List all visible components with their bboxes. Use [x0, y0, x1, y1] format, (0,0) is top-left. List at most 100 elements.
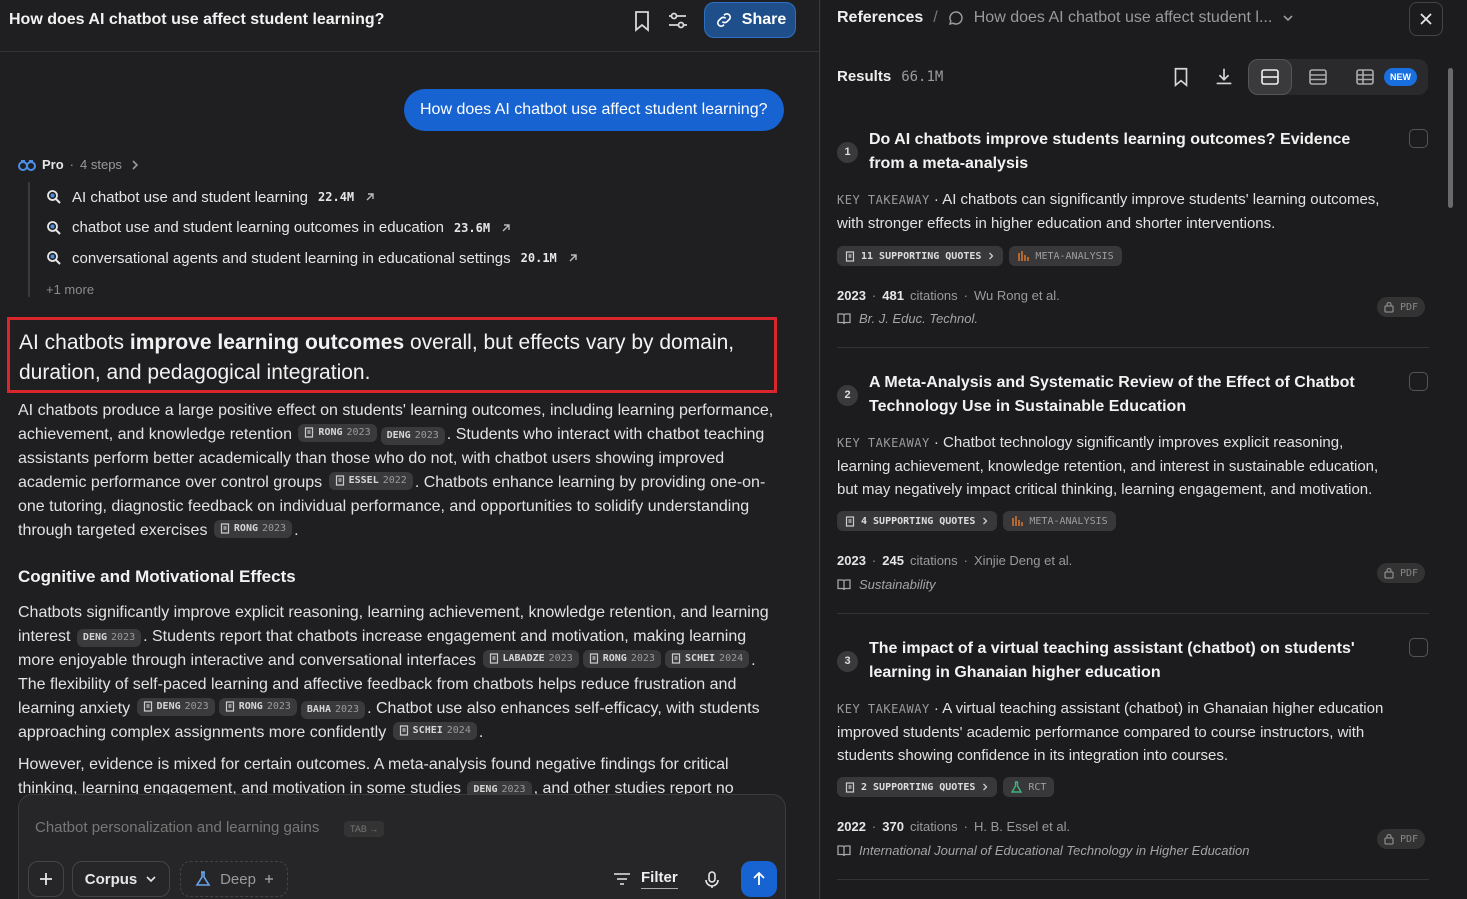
thread-title[interactable]: How does AI chatbot use affect student l… — [9, 11, 384, 29]
citation-chip[interactable]: DENG 2023 — [380, 427, 445, 445]
reference-journal: International Journal of Educational Tec… — [837, 843, 1250, 858]
citation-year: 2023 — [266, 700, 291, 712]
quotes-label: 2 SUPPORTING QUOTES — [861, 781, 976, 793]
list-view-icon[interactable] — [1309, 69, 1327, 85]
plus-icon — [40, 873, 52, 885]
citation-chip[interactable]: RONG 2023 — [213, 519, 293, 538]
quote-icon — [305, 427, 314, 438]
book-icon — [837, 578, 851, 590]
citation-chip[interactable]: SCHEI 2024 — [664, 649, 750, 668]
citation-chip[interactable]: SCHEI 2024 — [392, 721, 477, 740]
citation-count: 481 — [882, 288, 904, 303]
chevron-right-icon — [128, 158, 142, 172]
reference-tags: 4 SUPPORTING QUOTES META-ANALYSIS — [837, 511, 1116, 531]
citation-chip[interactable]: DENG 2023 — [136, 697, 215, 716]
pdf-label: PDF — [1400, 833, 1419, 845]
supporting-quotes-button[interactable]: 4 SUPPORTING QUOTES — [837, 511, 998, 531]
quotes-label: 4 SUPPORTING QUOTES — [861, 515, 976, 527]
dot-separator: · — [871, 288, 877, 303]
step-query: conversational agents and student learni… — [72, 249, 511, 267]
quote-icon — [845, 515, 855, 527]
flask-icon — [195, 871, 211, 886]
download-icon[interactable] — [1213, 66, 1235, 88]
reference-year: 2023 — [837, 553, 866, 568]
search-step[interactable]: conversational agents and student learni… — [46, 243, 579, 274]
select-checkbox[interactable] — [1409, 372, 1428, 391]
reference-title[interactable]: The impact of a virtual teaching assista… — [869, 637, 1389, 685]
send-button[interactable] — [741, 861, 777, 897]
reference-title[interactable]: Do AI chatbots improve students learning… — [869, 128, 1389, 176]
table-view-icon[interactable] — [1356, 69, 1374, 85]
dot-separator: · — [963, 553, 969, 568]
chat-input-box[interactable]: Chatbot personalization and learning gai… — [18, 794, 786, 899]
close-button[interactable] — [1409, 2, 1443, 36]
references-thread-title[interactable]: How does AI chatbot use affect student l… — [974, 9, 1273, 27]
step-query: chatbot use and student learning outcome… — [72, 219, 444, 237]
reference-card[interactable]: 2 A Meta-Analysis and Systematic Review … — [837, 361, 1429, 614]
search-icon — [46, 250, 62, 266]
bookmark-icon[interactable] — [1170, 66, 1192, 88]
citation-chip[interactable]: RONG 2023 — [218, 697, 297, 716]
search-step[interactable]: AI chatbot use and student learning 22.4… — [46, 182, 579, 213]
quote-icon — [399, 725, 408, 736]
settings-sliders-icon[interactable] — [666, 9, 690, 33]
share-button[interactable]: Share — [704, 2, 796, 38]
reference-card[interactable]: 3 The impact of a virtual teaching assis… — [837, 627, 1429, 880]
references-title: References — [837, 9, 924, 26]
takeaway-label: KEY TAKEAWAY — [837, 193, 930, 207]
citation-year: 2023 — [335, 704, 360, 715]
pdf-badge[interactable]: PDF — [1377, 297, 1426, 317]
deep-mode-toggle[interactable]: Deep — [180, 861, 288, 897]
filter-button[interactable]: Filter — [613, 869, 678, 889]
bars-icon — [1018, 251, 1030, 261]
answer-paragraph: AI chatbots produce a large positive eff… — [18, 399, 786, 543]
citation-chip[interactable]: ESSEL 2022 — [328, 471, 413, 490]
corpus-dropdown[interactable]: Corpus — [72, 861, 170, 897]
search-step[interactable]: chatbot use and student learning outcome… — [46, 213, 579, 244]
add-button[interactable] — [28, 861, 64, 897]
select-checkbox[interactable] — [1409, 638, 1428, 657]
pro-steps-toggle[interactable]: Pro · 4 steps — [18, 157, 142, 172]
supporting-quotes-button[interactable]: 2 SUPPORTING QUOTES — [837, 777, 998, 797]
chevron-down-icon[interactable] — [1282, 12, 1294, 24]
citation-chip[interactable]: RONG 2023 — [582, 649, 661, 668]
chevron-right-icon — [983, 517, 988, 525]
external-link-icon[interactable] — [567, 252, 579, 264]
reference-title[interactable]: A Meta-Analysis and Systematic Review of… — [869, 371, 1389, 419]
pdf-badge[interactable]: PDF — [1377, 829, 1426, 849]
reference-journal: Br. J. Educ. Technol. — [837, 311, 978, 326]
citation-chip[interactable]: BAHA 2023 — [300, 701, 366, 719]
supporting-quotes-button[interactable]: 11 SUPPORTING QUOTES — [837, 246, 1004, 266]
quotes-label: 11 SUPPORTING QUOTES — [861, 250, 982, 262]
citation-year: 2022 — [382, 474, 407, 486]
select-checkbox[interactable] — [1409, 129, 1428, 148]
quote-icon — [220, 523, 230, 534]
pdf-badge[interactable]: PDF — [1377, 563, 1426, 583]
card-view-button[interactable] — [1248, 59, 1292, 95]
citation-name: SCHEI — [684, 652, 716, 664]
chat-input[interactable]: Chatbot personalization and learning gai… — [35, 819, 319, 836]
pro-icon — [18, 158, 36, 172]
citation-chip[interactable]: DENG 2023 — [76, 629, 142, 647]
scrollbar-thumb[interactable] — [1448, 68, 1453, 208]
study-type-badge: META-ANALYSIS — [1009, 246, 1122, 266]
step-query: AI chatbot use and student learning — [72, 188, 309, 206]
results-header: Results 66.1M — [837, 68, 943, 85]
more-steps-link[interactable]: +1 more — [46, 282, 579, 297]
reference-card[interactable]: 1 Do AI chatbots improve students learni… — [837, 118, 1429, 348]
bars-icon — [1012, 516, 1024, 526]
bookmark-icon[interactable] — [630, 9, 654, 33]
quote-icon — [845, 250, 855, 262]
reference-meta: 2023 · 245 citations · Xinjie Deng et al. — [837, 553, 1072, 568]
reference-authors: Xinjie Deng et al. — [974, 553, 1073, 568]
quote-icon — [489, 653, 498, 664]
reference-year: 2022 — [837, 819, 866, 834]
external-link-icon[interactable] — [500, 222, 512, 234]
reference-authors: Wu Rong et al. — [974, 288, 1060, 303]
reference-meta: 2022 · 370 citations · H. B. Essel et al. — [837, 819, 1070, 834]
external-link-icon[interactable] — [364, 191, 376, 203]
citation-chip[interactable]: LABADZE 2023 — [482, 649, 579, 668]
microphone-icon[interactable] — [705, 871, 719, 889]
key-takeaway: KEY TAKEAWAY · Chatbot technology signif… — [837, 434, 1379, 498]
citation-chip[interactable]: RONG 2023 — [298, 423, 377, 442]
